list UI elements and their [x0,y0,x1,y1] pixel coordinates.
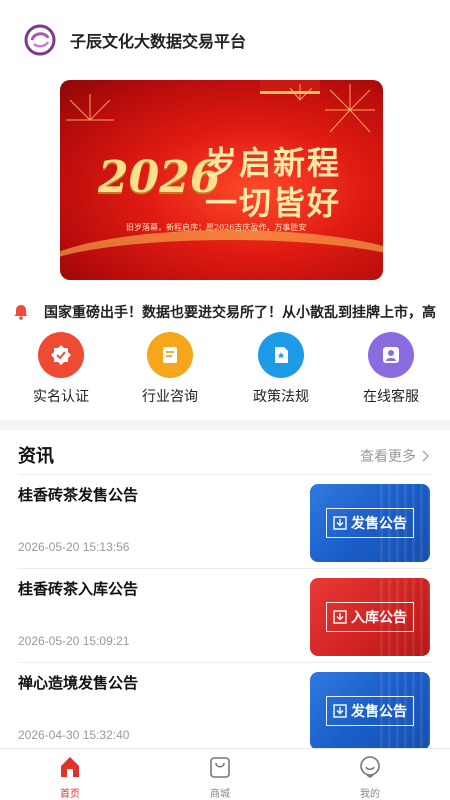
promo-banner[interactable]: 2026 岁启新程 一切皆好 旧岁落幕，新程启序；愿2026吉庆盈作，万事胜安 [60,80,383,280]
quick-action-label: 实名认证 [33,389,89,405]
view-more-label: 查看更多 [360,449,416,465]
news-header: 资讯 查看更多 [0,434,450,474]
thumb-pattern [380,672,430,750]
tab-profile[interactable]: 我的 [330,755,410,800]
tab-home[interactable]: 首页 [30,755,110,800]
brand-logo-icon [24,24,56,56]
banner-year: 2026 [98,152,221,203]
tab-label: 我的 [360,789,380,800]
news-item-date: 2026-04-30 15:32:40 [18,728,130,742]
download-doc-icon [333,610,347,624]
app-title: 子辰文化大数据交易平台 [70,32,247,51]
item-separator [18,568,432,569]
news-item-title: 禅心造境发售公告 [18,674,139,692]
news-item-date: 2026-05-20 15:13:56 [18,540,130,554]
thumb-pattern [380,578,430,656]
shopping-bag-icon [210,757,230,778]
news-item-title: 桂香砖茶入库公告 [18,580,139,598]
quick-action-real-name[interactable]: 实名认证 [11,332,111,406]
news-list-item[interactable]: 桂香砖茶发售公告 2026-05-20 15:13:56 发售公告 [0,474,450,568]
quick-action-consult[interactable]: 行业咨询 [120,332,220,406]
news-section-title: 资讯 [18,446,54,467]
quick-action-service[interactable]: 在线客服 [341,332,441,406]
verified-badge-icon [38,332,84,378]
quick-action-label: 政策法规 [253,389,309,405]
thumb-pattern [380,484,430,562]
download-doc-icon [333,704,347,718]
document-edit-icon [147,332,193,378]
item-separator [18,474,432,475]
app-header: 子辰文化大数据交易平台 [0,0,450,80]
download-doc-icon [333,516,347,530]
ticker-text: 国家重磅出手！数据也要进交易所了！从小散乱到挂牌上市，高 [44,305,436,321]
policy-doc-icon [258,332,304,378]
banner-slogan-line2: 一切皆好 [205,184,342,222]
news-item-date: 2026-05-20 15:09:21 [18,634,130,648]
item-separator [18,662,432,663]
profile-icon [360,756,380,778]
tab-label: 首页 [60,789,80,800]
news-list-item[interactable]: 桂香砖茶入库公告 2026-05-20 15:09:21 入库公告 [0,568,450,662]
quick-actions: 实名认证 行业咨询 政策法规 在线客服 [0,332,450,412]
news-item-thumbnail: 发售公告 [310,672,430,750]
section-divider [0,420,450,430]
bell-icon [14,305,28,320]
news-item-thumbnail: 入库公告 [310,578,430,656]
chevron-right-icon [422,450,430,462]
tab-label: 商城 [210,789,230,800]
tab-mall[interactable]: 商城 [180,755,260,800]
bottom-tab-bar: 首页 商城 我的 [0,748,450,800]
quick-action-label: 在线客服 [363,389,419,405]
news-item-title: 桂香砖茶发售公告 [18,486,139,504]
news-item-thumbnail: 发售公告 [310,484,430,562]
view-more-link[interactable]: 查看更多 [360,446,430,466]
quick-action-label: 行业咨询 [142,389,198,405]
home-icon [61,757,79,777]
quick-action-policy[interactable]: 政策法规 [231,332,331,406]
announcement-ticker[interactable]: 国家重磅出手！数据也要进交易所了！从小散乱到挂牌上市，高 [0,292,450,332]
customer-service-icon [368,332,414,378]
news-list-item[interactable]: 禅心造境发售公告 2026-04-30 15:32:40 发售公告 [0,662,450,756]
